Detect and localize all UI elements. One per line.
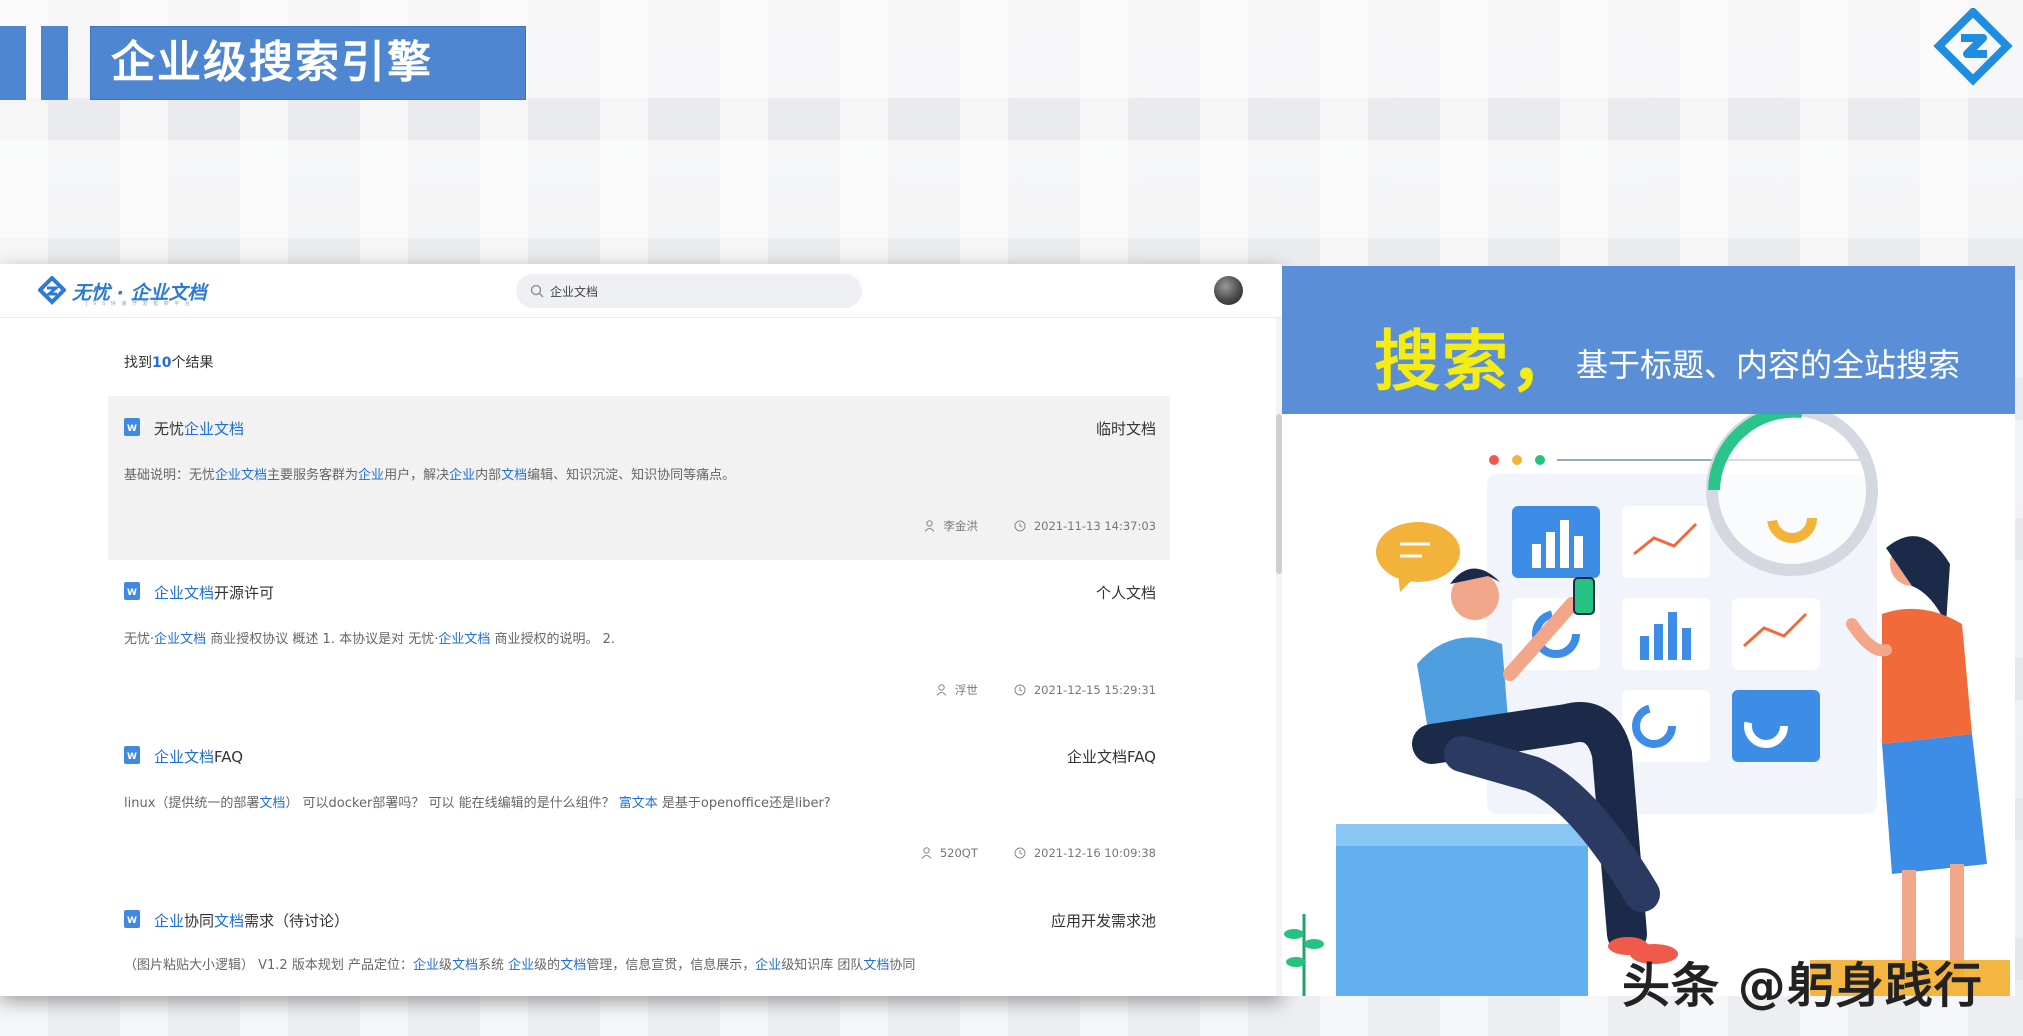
result-author: 520QT [939, 846, 978, 860]
search-result-item[interactable]: W 企业文档FAQ 企业文档FAQ linux（提供统一的部署文档） 可以doc… [108, 724, 1170, 888]
search-analytics-illustration [1284, 414, 1987, 996]
result-category: 临时文档 [1095, 420, 1156, 438]
result-category: 个人文档 [1095, 584, 1156, 602]
result-description: 基础说明：无忧企业文档主要服务客群为企业用户，解决企业内部文档编辑、知识沉淀、知… [124, 468, 736, 483]
word-doc-icon: W [124, 582, 140, 600]
result-title[interactable]: 企业文档开源许可 [154, 582, 274, 603]
search-input[interactable] [548, 283, 842, 299]
search-icon [530, 284, 544, 298]
result-category: 应用开发需求池 [1050, 912, 1156, 930]
result-count: 找到10个结果 [124, 352, 213, 372]
svg-text:W: W [127, 588, 137, 598]
promo-header: 搜索， 基于标题、内容的全站搜索 [1282, 266, 2015, 414]
clock-icon [1014, 684, 1026, 696]
word-doc-icon: W [124, 418, 140, 436]
result-category: 企业文档FAQ [1066, 748, 1156, 766]
result-count-suffix: 个结果 [171, 355, 214, 371]
result-title[interactable]: 企业文档FAQ [154, 746, 243, 767]
promo-subheadline: 基于标题、内容的全站搜索 [1576, 346, 1961, 384]
result-description: 无忧·企业文档 商业授权协议 概述 1. 本协议是对 无忧·企业文档 商业授权的… [124, 632, 616, 647]
result-time: 2021-11-13 14:37:03 [1033, 519, 1156, 533]
svg-text:W: W [127, 752, 137, 762]
user-avatar[interactable] [1214, 276, 1243, 305]
slide-title: 企业级搜索引擎 [90, 26, 526, 100]
result-author: 李金洪 [943, 519, 978, 533]
result-author: 浮世 [954, 683, 978, 697]
search-bar[interactable] [516, 274, 862, 308]
app-topbar: 无忧 · 企业文档 J V S 快 速 开 发 框 架 平 台 [0, 264, 1282, 318]
user-icon [924, 520, 935, 532]
clock-icon [1014, 847, 1026, 859]
result-meta: 520QT 2021-12-16 10:09:38 [885, 846, 1156, 860]
brand-logo-icon [1933, 8, 2013, 86]
word-doc-icon: W [124, 910, 140, 928]
user-icon [936, 684, 947, 696]
result-meta: 李金洪 2021-11-13 14:37:03 [888, 518, 1156, 534]
title-decoration-bar [0, 26, 26, 100]
app-logo[interactable]: 无忧 · 企业文档 J V S 快 速 开 发 框 架 平 台 [38, 274, 206, 308]
result-title[interactable]: 企业协同文档需求（待讨论） [154, 910, 349, 931]
result-time: 2021-12-16 10:09:38 [1033, 846, 1156, 860]
result-count-number: 10 [152, 355, 172, 371]
result-description: linux（提供统一的部署文档） 可以docker部署吗？ 可以 能在线编辑的是… [124, 796, 831, 811]
word-doc-icon: W [124, 746, 140, 764]
result-count-prefix: 找到 [124, 355, 152, 371]
svg-text:W: W [127, 424, 137, 434]
user-icon [921, 847, 932, 859]
app-logo-icon [38, 276, 66, 305]
result-meta: 浮世 2021-12-15 15:29:31 [900, 682, 1156, 698]
svg-text:W: W [127, 916, 137, 926]
clock-icon [1014, 520, 1026, 532]
watermark-text: 头条 @躬身践行 [1622, 958, 1983, 1014]
search-result-item[interactable]: W 无忧企业文档 临时文档 基础说明：无忧企业文档主要服务客群为企业用户，解决企… [108, 396, 1170, 560]
promo-panel: 搜索， 基于标题、内容的全站搜索 [1282, 266, 2015, 996]
result-title[interactable]: 无忧企业文档 [154, 418, 244, 439]
app-logo-subtitle: J V S 快 速 开 发 框 架 平 台 [86, 301, 192, 307]
result-time: 2021-12-15 15:29:31 [1033, 683, 1156, 697]
search-result-item[interactable]: W 企业文档开源许可 个人文档 无忧·企业文档 商业授权协议 概述 1. 本协议… [108, 560, 1170, 724]
search-result-item[interactable]: W 企业协同文档需求（待讨论） 应用开发需求池 （图片粘贴大小逻辑） V1.2 … [108, 888, 1170, 996]
result-description: （图片粘贴大小逻辑） V1.2 版本规划 产品定位：企业级文档系统 企业级的文档… [124, 958, 916, 973]
app-screenshot: 无忧 · 企业文档 J V S 快 速 开 发 框 架 平 台 找到10个结果 … [0, 264, 1282, 996]
title-decoration-bar [41, 26, 68, 100]
promo-headline: 搜索， [1374, 323, 1578, 400]
